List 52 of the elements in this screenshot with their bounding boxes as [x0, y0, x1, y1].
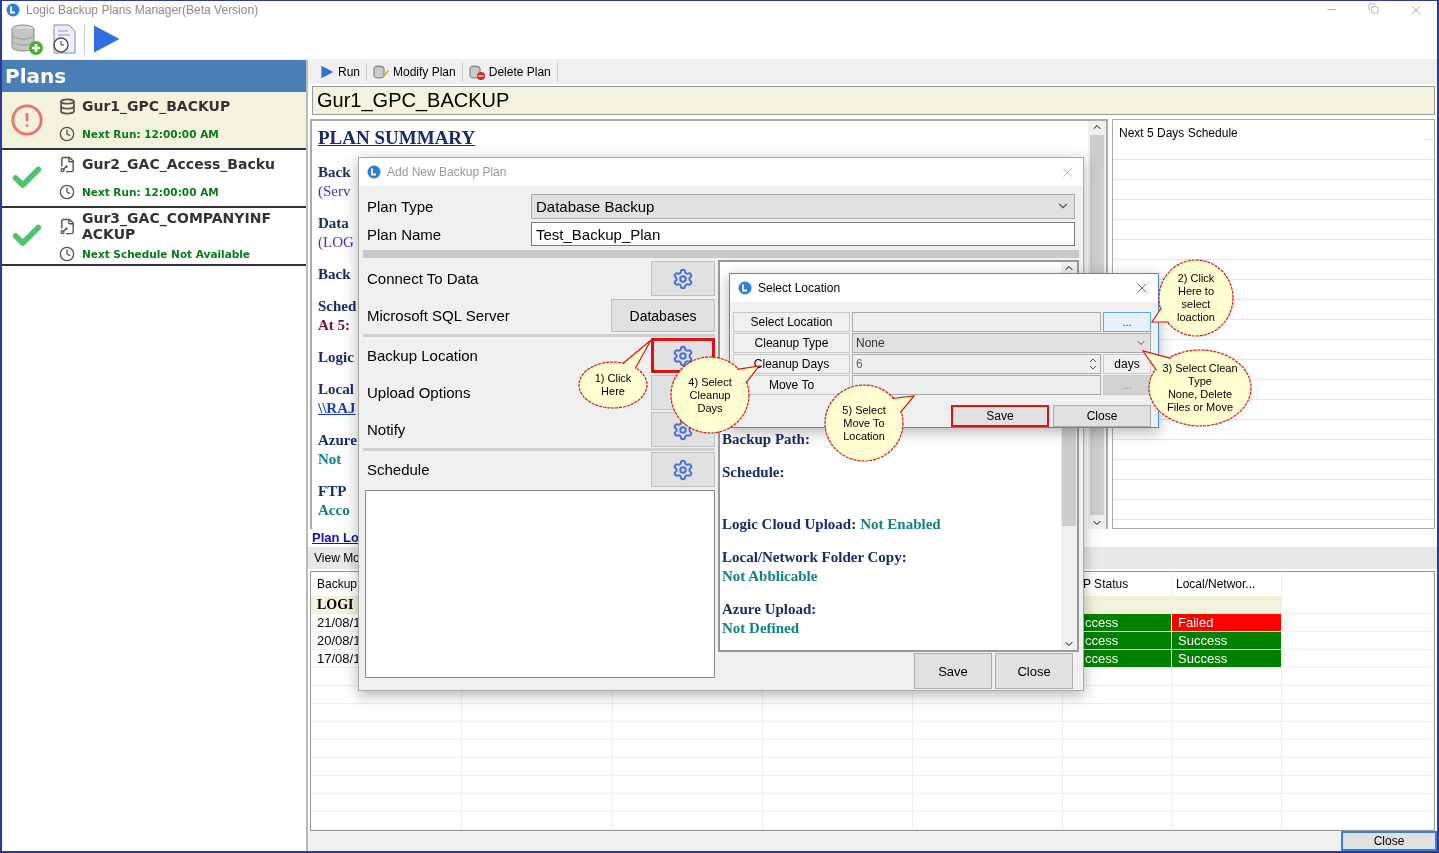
callout-text: 2) Click Here to select loaction: [1177, 272, 1215, 324]
summary-value: Acco: [318, 500, 350, 520]
summary-label: Logic: [318, 347, 354, 367]
option-label: Upload Options: [367, 384, 471, 401]
summary-label: Data: [318, 213, 349, 233]
summary-value: At 5:: [318, 315, 351, 335]
preview-label: Logic Cloud Upload:: [722, 515, 857, 534]
preview-label: Local/Network Folder Copy:: [722, 548, 907, 567]
callout-text: 5) Select Move To Location: [842, 403, 886, 443]
callout-text: 1) Click Here: [594, 372, 632, 398]
plan-name: Gur1_GPC_BACKUP: [82, 98, 232, 115]
field-label: Select Location: [733, 312, 850, 332]
summary-label: Azure: [318, 430, 357, 450]
preview-value: Not Defined: [722, 619, 800, 638]
field-label: Plan Name: [367, 225, 443, 243]
plan-name: Gur2_GAC_Access_Backu: [82, 156, 276, 173]
preview-value: Not Enabled: [860, 515, 941, 534]
status-cell: Success: [1172, 650, 1282, 668]
summary-value: (Serv: [318, 181, 351, 201]
option-label: Connect To Data: [367, 270, 479, 287]
summary-label: Local: [318, 379, 354, 399]
field-label: Plan Type: [367, 197, 435, 215]
field-label: Cleanup Type: [733, 333, 850, 353]
next-run-text: Next Run: 12:00:00 AM: [82, 128, 220, 141]
preview-label: Backup Path:: [722, 430, 810, 449]
summary-label: Back: [318, 162, 351, 182]
option-label: Backup Location: [367, 347, 478, 364]
status-cell: Failed: [1172, 614, 1282, 632]
preview-value: Not Abblicable: [722, 567, 818, 586]
callout-text: 3) Select Clean Type None, Delete Files or Move: [1162, 362, 1238, 414]
summary-label: Sched: [318, 296, 357, 316]
preview-label: Schedule:: [722, 463, 785, 482]
callout-text: 4) Select Cleanup Days: [688, 375, 732, 415]
preview-label: Azure Upload:: [722, 600, 817, 619]
next-run-text: Next Run: 12:00:00 AM: [82, 186, 220, 199]
summary-label: FTP: [318, 481, 347, 501]
summary-label: Back: [318, 264, 351, 284]
dialog-title: Select Location: [758, 281, 841, 295]
option-label: Microsoft SQL Server: [367, 307, 510, 324]
plan-title: Gur1_GPC_BACKUP: [312, 85, 1435, 115]
summary-value: \\RAJ: [318, 398, 356, 418]
option-label: Schedule: [367, 461, 430, 478]
option-label: Notify: [367, 421, 406, 438]
window-title: Logic Backup Plans Manager(Beta Version): [26, 3, 259, 17]
plan-name: Gur3_GAC_COMPANYINF ACKUP: [82, 210, 272, 242]
summary-heading: PLAN SUMMARY: [318, 126, 476, 149]
status-cell: Success: [1172, 632, 1282, 650]
dialog-title: Add New Backup Plan: [387, 165, 507, 179]
summary-value: (LOG: [318, 232, 354, 252]
plans-header: Plans: [2, 60, 306, 92]
summary-value: Not: [318, 449, 342, 469]
next-run-text: Next Schedule Not Available: [82, 248, 251, 260]
